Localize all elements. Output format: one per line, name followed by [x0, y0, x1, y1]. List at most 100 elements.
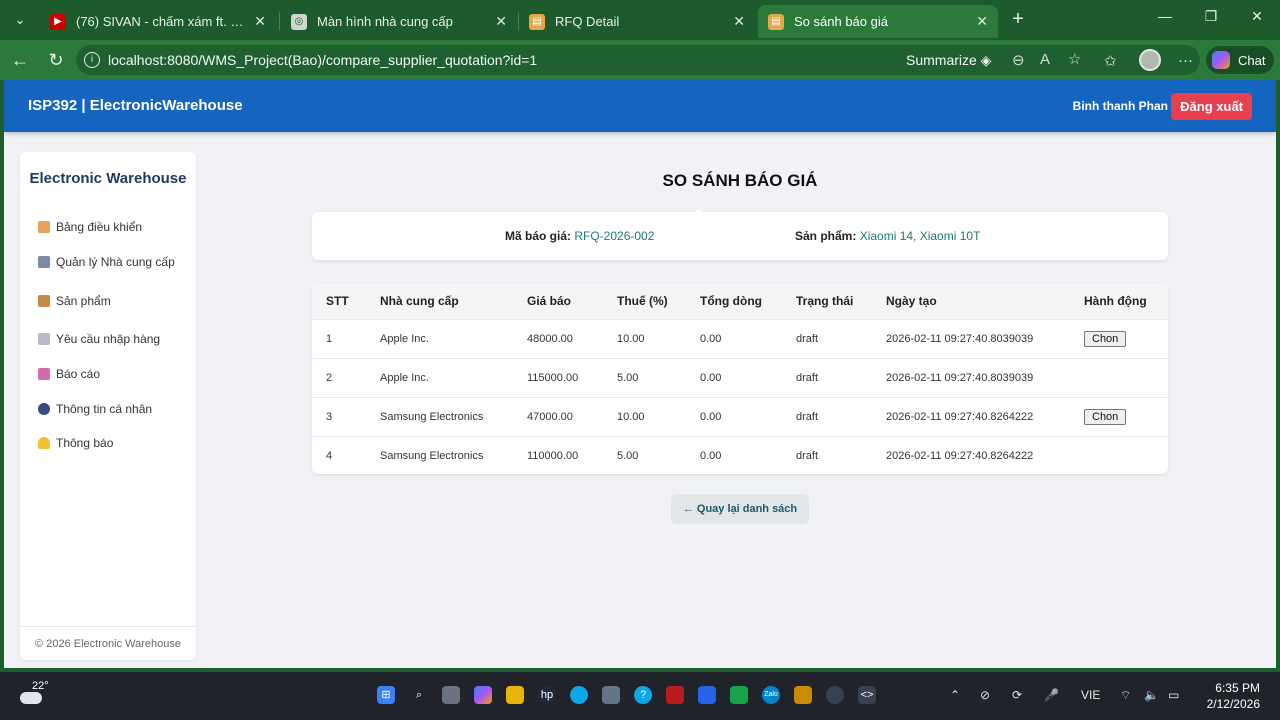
- logout-button[interactable]: Đăng xuất: [1171, 93, 1252, 120]
- close-window-icon[interactable]: ✕: [1242, 8, 1272, 25]
- back-arrow-icon[interactable]: ←: [8, 48, 32, 72]
- wifi-icon[interactable]: ⌔: [1120, 688, 1131, 703]
- chatgpt-icon[interactable]: [826, 686, 844, 704]
- quotation-table: STT Nhà cung cấp Giá báo Thuế (%) Tổng d…: [312, 283, 1168, 474]
- browser-tab-rfq-detail[interactable]: ▤ RFQ Detail ✕: [519, 5, 755, 38]
- chart-icon: [38, 368, 50, 380]
- more-options-icon[interactable]: ···: [1178, 52, 1193, 69]
- cell-stt: 1: [312, 318, 366, 358]
- table-row: 4 Samsung Electronics 110000.00 5.00 0.0…: [312, 435, 1168, 474]
- favorites-icon[interactable]: ✩: [1104, 52, 1117, 70]
- table-header-row: STT Nhà cung cấp Giá báo Thuế (%) Tổng d…: [312, 283, 1168, 319]
- sidebar-item-label: Quản lý Nhà cung cấp: [56, 255, 175, 269]
- app-icon[interactable]: [794, 686, 812, 704]
- task-view-icon[interactable]: [442, 686, 460, 704]
- store-icon[interactable]: [602, 686, 620, 704]
- cell-supplier: Samsung Electronics: [366, 435, 513, 474]
- search-icon[interactable]: ⌕: [410, 686, 428, 704]
- refresh-icon[interactable]: ↻: [44, 48, 68, 72]
- user-name: Binh thanh Phan: [1072, 99, 1168, 113]
- address-bar[interactable]: i localhost:8080/WMS_Project(Bao)/compar…: [76, 45, 1200, 75]
- chevron-up-icon[interactable]: ⌃: [950, 688, 960, 702]
- close-tab-icon[interactable]: ✕: [733, 13, 745, 30]
- column-header: STT: [326, 293, 349, 308]
- cell-supplier: Apple Inc.: [366, 318, 513, 358]
- copilot-chat-button[interactable]: Chat: [1206, 46, 1274, 74]
- copilot-icon[interactable]: [474, 686, 492, 704]
- sidebar-item-products[interactable]: Sản phẩm: [38, 294, 111, 308]
- clock-date: 2/12/2026: [1206, 697, 1260, 711]
- close-tab-icon[interactable]: ✕: [254, 13, 266, 30]
- url-text[interactable]: localhost:8080/WMS_Project(Bao)/compare_…: [108, 52, 537, 68]
- edge-browser-icon[interactable]: [570, 686, 588, 704]
- globe-icon: ◎: [291, 13, 307, 30]
- cell-tax: 10.00: [603, 396, 686, 436]
- sidebar-title: Electronic Warehouse: [29, 170, 187, 187]
- cell-created: 2026-02-11 09:27:40.8264222: [872, 435, 1070, 474]
- help-icon[interactable]: ?: [634, 686, 652, 704]
- mcafee-icon[interactable]: [666, 686, 684, 704]
- cell-created: 2026-02-11 09:27:40.8039039: [872, 357, 1070, 397]
- products-label: Sản phẩm:: [795, 229, 857, 243]
- tab-title: RFQ Detail: [555, 14, 620, 29]
- info-icon[interactable]: i: [84, 52, 100, 68]
- cell-supplier: Samsung Electronics: [366, 396, 513, 436]
- volume-icon[interactable]: 🔈: [1144, 688, 1159, 702]
- youtube-icon: ▶: [50, 13, 66, 30]
- sidebar-item-purchase-requests[interactable]: Yêu cầu nhập hàng: [38, 332, 160, 346]
- cell-supplier: Apple Inc.: [366, 357, 513, 397]
- cell-stt: 2: [312, 357, 366, 397]
- microphone-icon[interactable]: 🎤: [1044, 688, 1059, 702]
- network-off-icon[interactable]: ⊘: [980, 688, 990, 702]
- minimize-icon[interactable]: —: [1150, 8, 1180, 24]
- cell-total: 0.00: [686, 435, 782, 474]
- language-indicator[interactable]: VIE: [1081, 688, 1100, 702]
- temperature: 22°: [32, 680, 49, 692]
- close-tab-icon[interactable]: ✕: [495, 13, 507, 30]
- choose-button[interactable]: Chon: [1084, 408, 1127, 425]
- profile-avatar[interactable]: [1139, 49, 1161, 71]
- close-tab-icon[interactable]: ✕: [976, 13, 988, 30]
- restore-icon[interactable]: ❐: [1196, 8, 1226, 25]
- app-icon[interactable]: [730, 686, 748, 704]
- zalo-icon[interactable]: Zalo: [762, 686, 780, 704]
- browser-tab-youtube[interactable]: ▶ (76) SIVAN - chấm xám ft. Bảo Hân ✕: [40, 5, 276, 38]
- new-tab-plus-icon[interactable]: +: [1006, 8, 1030, 32]
- summarize-button[interactable]: Summarize ◈: [906, 52, 991, 69]
- tab-actions-chevron-icon[interactable]: ⌄: [6, 6, 34, 34]
- browser-toolbar: ← ↻ i localhost:8080/WMS_Project(Bao)/co…: [0, 40, 1280, 80]
- cell-tax: 10.00: [603, 318, 686, 358]
- sync-icon[interactable]: ⟳: [1012, 688, 1022, 702]
- code-editor-icon[interactable]: <>: [858, 686, 876, 704]
- column-header: Ngày tạo: [886, 293, 937, 308]
- zoom-icon[interactable]: ⊖: [1012, 51, 1025, 69]
- read-aloud-icon[interactable]: A: [1040, 51, 1050, 68]
- sidebar-item-dashboard[interactable]: Bảng điều khiển: [38, 220, 142, 234]
- browser-tab-compare-quotes[interactable]: ▤ So sánh báo giá ✕: [758, 5, 998, 38]
- battery-icon[interactable]: ▭: [1168, 688, 1179, 702]
- windows-start-icon[interactable]: ⊞: [377, 686, 395, 704]
- system-clock[interactable]: 6:35 PM 2/12/2026: [1207, 680, 1260, 712]
- sidebar-item-suppliers[interactable]: Quản lý Nhà cung cấp: [38, 255, 175, 269]
- browser-tab-supplier-screen[interactable]: ◎ Màn hình nhà cung cấp ✕: [281, 5, 517, 38]
- sidebar-footer: © 2026 Electronic Warehouse: [20, 626, 196, 660]
- quotation-table-card: STT Nhà cung cấp Giá báo Thuế (%) Tổng d…: [312, 283, 1168, 474]
- choose-button[interactable]: Chon: [1084, 330, 1127, 347]
- page-title: SO SÁNH BÁO GIÁ: [662, 171, 818, 190]
- sidebar: Electronic Warehouse Bảng điều khiển Quả…: [20, 152, 196, 660]
- cell-action: [1070, 435, 1168, 474]
- file-explorer-icon[interactable]: [506, 686, 524, 704]
- outlook-icon[interactable]: [698, 686, 716, 704]
- cell-created: 2026-02-11 09:27:40.8039039: [872, 318, 1070, 358]
- sidebar-item-notifications[interactable]: Thông báo: [38, 436, 113, 450]
- hp-icon[interactable]: hp: [538, 686, 556, 704]
- column-header: Trạng thái: [796, 293, 854, 308]
- app-brand[interactable]: ISP392 | ElectronicWarehouse: [28, 97, 243, 114]
- summarize-label: Summarize: [906, 51, 977, 68]
- sidebar-item-reports[interactable]: Báo cáo: [38, 367, 100, 381]
- sidebar-item-profile[interactable]: Thông tin cá nhân: [38, 402, 152, 416]
- cell-price: 47000.00: [513, 396, 603, 436]
- tab-divider: [279, 12, 280, 30]
- back-to-list-button[interactable]: ← Quay lại danh sách: [671, 494, 809, 524]
- favorite-star-icon[interactable]: ☆: [1068, 50, 1081, 68]
